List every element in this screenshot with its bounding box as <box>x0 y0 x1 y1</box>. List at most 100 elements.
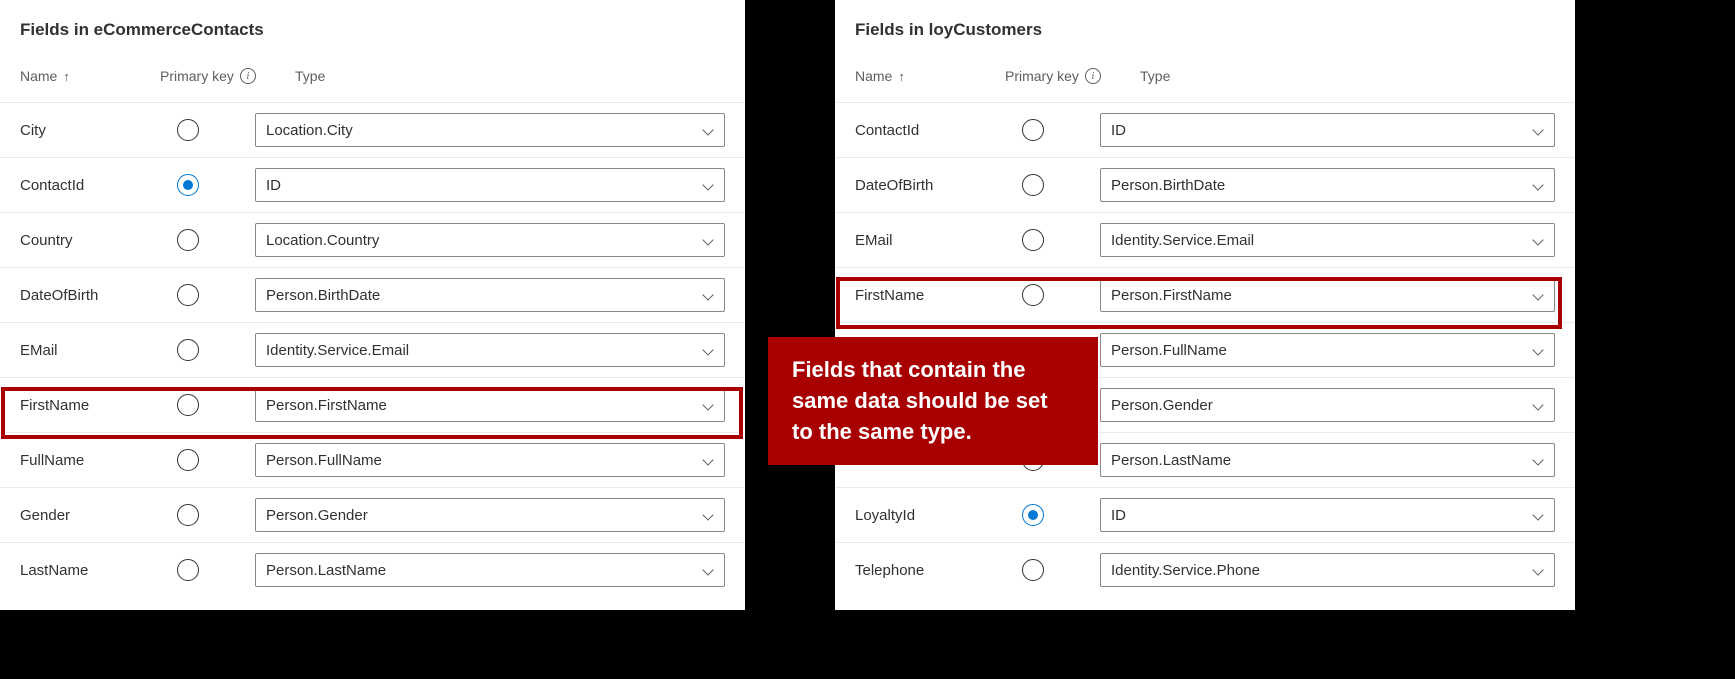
type-dropdown[interactable]: Identity.Service.Phone <box>1100 553 1555 587</box>
chevron-down-icon <box>702 344 714 356</box>
col-header-name-label: Name <box>20 68 57 84</box>
primary-key-radio[interactable] <box>177 394 199 416</box>
col-header-pk-label: Primary key <box>1005 68 1079 84</box>
primary-key-radio[interactable] <box>177 339 199 361</box>
type-value: Person.FullName <box>1111 342 1227 359</box>
chevron-down-icon <box>1532 344 1544 356</box>
type-value: Person.LastName <box>1111 452 1231 469</box>
table-header-right: Name ↑ Primary key i Type <box>835 50 1575 102</box>
chevron-down-icon <box>702 454 714 466</box>
table-row: LastNamePerson.LastName <box>0 542 745 597</box>
primary-key-cell <box>965 559 1100 581</box>
chevron-down-icon <box>702 509 714 521</box>
type-value: Person.FirstName <box>1111 287 1232 304</box>
table-row: DateOfBirthPerson.BirthDate <box>0 267 745 322</box>
primary-key-radio[interactable] <box>1022 559 1044 581</box>
primary-key-cell <box>120 449 255 471</box>
chevron-down-icon <box>1532 289 1544 301</box>
primary-key-radio[interactable] <box>177 119 199 141</box>
chevron-down-icon <box>1532 234 1544 246</box>
type-dropdown[interactable]: Identity.Service.Email <box>255 333 725 367</box>
table-row: EMailIdentity.Service.Email <box>835 212 1575 267</box>
type-dropdown[interactable]: Person.FirstName <box>1100 278 1555 312</box>
type-value: Person.BirthDate <box>266 287 380 304</box>
type-dropdown[interactable]: Person.LastName <box>1100 443 1555 477</box>
info-icon[interactable]: i <box>1085 68 1101 84</box>
table-row: ContactIdID <box>835 102 1575 157</box>
chevron-down-icon <box>702 234 714 246</box>
type-value: Person.Gender <box>266 507 368 524</box>
chevron-down-icon <box>702 124 714 136</box>
primary-key-radio[interactable] <box>1022 174 1044 196</box>
type-value: Identity.Service.Email <box>1111 232 1254 249</box>
primary-key-cell <box>120 339 255 361</box>
callout-same-type: Fields that contain the same data should… <box>768 337 1098 465</box>
type-dropdown[interactable]: Person.Gender <box>1100 388 1555 422</box>
col-header-name[interactable]: Name ↑ <box>855 68 1005 84</box>
type-dropdown[interactable]: ID <box>1100 113 1555 147</box>
primary-key-cell <box>120 229 255 251</box>
table-row: FirstNamePerson.FirstName <box>0 377 745 432</box>
type-dropdown[interactable]: Person.FullName <box>1100 333 1555 367</box>
type-value: ID <box>1111 507 1126 524</box>
panel-title-left: Fields in eCommerceContacts <box>0 0 745 50</box>
primary-key-radio[interactable] <box>177 229 199 251</box>
primary-key-cell <box>120 504 255 526</box>
primary-key-radio[interactable] <box>1022 284 1044 306</box>
chevron-down-icon <box>702 399 714 411</box>
panel-loy-customers: Fields in loyCustomers Name ↑ Primary ke… <box>835 0 1575 610</box>
primary-key-cell <box>965 174 1100 196</box>
primary-key-radio[interactable] <box>1022 504 1044 526</box>
primary-key-cell <box>120 559 255 581</box>
type-value: ID <box>1111 122 1126 139</box>
type-value: Person.FullName <box>266 452 382 469</box>
type-dropdown[interactable]: ID <box>255 168 725 202</box>
primary-key-radio[interactable] <box>177 284 199 306</box>
table-row: CityLocation.City <box>0 102 745 157</box>
type-value: Location.City <box>266 122 353 139</box>
col-header-type: Type <box>295 68 725 84</box>
table-header-left: Name ↑ Primary key i Type <box>0 50 745 102</box>
primary-key-radio[interactable] <box>177 504 199 526</box>
primary-key-cell <box>965 504 1100 526</box>
table-row: TelephoneIdentity.Service.Phone <box>835 542 1575 597</box>
type-dropdown[interactable]: Person.BirthDate <box>255 278 725 312</box>
chevron-down-icon <box>702 289 714 301</box>
info-icon[interactable]: i <box>240 68 256 84</box>
primary-key-cell <box>120 174 255 196</box>
type-dropdown[interactable]: Location.City <box>255 113 725 147</box>
chevron-down-icon <box>1532 399 1544 411</box>
type-dropdown[interactable]: Location.Country <box>255 223 725 257</box>
primary-key-radio[interactable] <box>177 449 199 471</box>
chevron-down-icon <box>1532 509 1544 521</box>
table-row: CountryLocation.Country <box>0 212 745 267</box>
primary-key-radio[interactable] <box>1022 119 1044 141</box>
type-value: Identity.Service.Email <box>266 342 409 359</box>
chevron-down-icon <box>1532 179 1544 191</box>
primary-key-radio[interactable] <box>1022 229 1044 251</box>
primary-key-cell <box>120 394 255 416</box>
type-dropdown[interactable]: Person.LastName <box>255 553 725 587</box>
chevron-down-icon <box>1532 564 1544 576</box>
type-value: Person.BirthDate <box>1111 177 1225 194</box>
table-row: ContactIdID <box>0 157 745 212</box>
primary-key-radio[interactable] <box>177 174 199 196</box>
type-dropdown[interactable]: Person.FirstName <box>255 388 725 422</box>
table-row: LoyaltyIdID <box>835 487 1575 542</box>
primary-key-radio[interactable] <box>177 559 199 581</box>
type-dropdown[interactable]: Person.BirthDate <box>1100 168 1555 202</box>
chevron-down-icon <box>702 179 714 191</box>
col-header-pk: Primary key i <box>1005 68 1140 84</box>
type-dropdown[interactable]: ID <box>1100 498 1555 532</box>
table-row: FirstNamePerson.FirstName <box>835 267 1575 322</box>
primary-key-cell <box>965 284 1100 306</box>
col-header-name[interactable]: Name ↑ <box>20 68 160 84</box>
type-value: Location.Country <box>266 232 379 249</box>
col-header-pk-label: Primary key <box>160 68 234 84</box>
primary-key-cell <box>120 119 255 141</box>
type-dropdown[interactable]: Person.Gender <box>255 498 725 532</box>
type-dropdown[interactable]: Person.FullName <box>255 443 725 477</box>
table-row: FullNamePerson.FullName <box>0 432 745 487</box>
type-dropdown[interactable]: Identity.Service.Email <box>1100 223 1555 257</box>
col-header-name-label: Name <box>855 68 892 84</box>
